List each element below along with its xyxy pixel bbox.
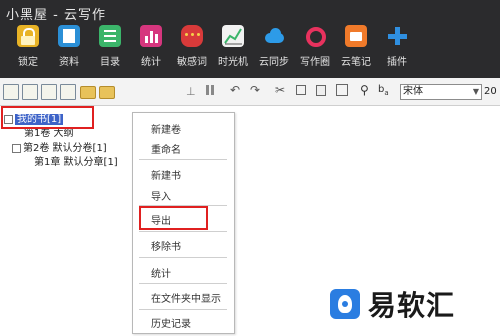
ribbon-plugin-label: 插件: [387, 57, 407, 68]
menu-item-show-in-folder[interactable]: 在文件夹中显示: [151, 290, 221, 305]
menu-separator: [139, 159, 227, 160]
ribbon-contents-button[interactable]: 目录: [90, 25, 130, 68]
ribbon-stats-label: 统计: [141, 57, 161, 68]
ribbon-cloud-sync-button[interactable]: 云同步: [254, 25, 294, 68]
menu-item-history[interactable]: 历史记录: [151, 315, 191, 330]
ribbon-writing-circle-button[interactable]: 写作圈: [295, 25, 335, 68]
menu-item-new-book[interactable]: 新建书: [151, 167, 181, 182]
ribbon-contents-label: 目录: [100, 57, 120, 68]
app-title: 小黑屋 - 云写作: [6, 8, 106, 23]
undo-icon[interactable]: ↶: [230, 83, 240, 97]
format-icon[interactable]: [336, 84, 348, 96]
tree-item-chapter-1-label: 第1章 默认分章[1]: [34, 157, 118, 168]
circle-icon: [304, 25, 326, 47]
copy-file-icon[interactable]: [22, 84, 38, 100]
menu-separator: [139, 257, 227, 258]
menu-separator: [139, 309, 227, 310]
font-family-select[interactable]: 宋体 ▼: [400, 84, 482, 100]
ribbon-time-machine-label: 时光机: [218, 57, 248, 68]
book-tree: 我的书[1] 第1卷 大纲 第2卷 默认分卷[1] 第1章 默认分章[1]: [0, 106, 135, 336]
watermark: 易软汇: [330, 284, 455, 324]
font-family-value: 宋体: [403, 86, 423, 97]
pause-icon[interactable]: [206, 85, 214, 95]
note-icon: [345, 25, 367, 47]
menu-item-remove-book[interactable]: 移除书: [151, 238, 181, 253]
menu-item-new-volume[interactable]: 新建卷: [151, 121, 181, 136]
menu-item-stats[interactable]: 统计: [151, 265, 171, 280]
add-file-icon[interactable]: [41, 84, 57, 100]
ribbon-materials-label: 资料: [59, 57, 79, 68]
ribbon-stats-button[interactable]: 统计: [131, 25, 171, 68]
highlight-box-export: [139, 206, 208, 230]
ribbon-cloud-sync-label: 云同步: [259, 57, 289, 68]
ribbon-cloud-note-label: 云笔记: [341, 57, 371, 68]
new-file-icon[interactable]: [3, 84, 19, 100]
title-bar: 小黑屋 - 云写作 锁定 资料 目录 统计 敏感词 时光机 云同步 写作圈 云笔…: [0, 0, 500, 78]
cloud-sync-icon: [263, 25, 285, 47]
ribbon-sensitive-words-button[interactable]: 敏感词: [172, 25, 212, 68]
plugin-plus-icon: [386, 25, 408, 47]
lock-icon: [17, 25, 39, 47]
redo-icon[interactable]: ↷: [250, 83, 260, 97]
menu-separator: [139, 231, 227, 232]
open-folder-icon[interactable]: [80, 86, 96, 99]
expand-box-icon[interactable]: [12, 143, 21, 153]
ribbon-plugin-button[interactable]: 插件: [377, 25, 417, 68]
replace-icon[interactable]: ba: [378, 84, 389, 97]
ribbon-toolbar: 锁定 资料 目录 统计 敏感词 时光机 云同步 写作圈 云笔记 插件: [8, 25, 418, 68]
book-icon: [58, 25, 80, 47]
font-size-value[interactable]: 20: [484, 86, 497, 97]
export-file-icon[interactable]: [60, 84, 76, 100]
ribbon-lock-button[interactable]: 锁定: [8, 25, 48, 68]
menu-item-import[interactable]: 导入: [151, 188, 171, 203]
highlight-box-book: [1, 106, 94, 129]
tree-item-volume-1-label: 第1卷 大纲: [24, 128, 74, 139]
tree-item-chapter-1[interactable]: 第1章 默认分章[1]: [34, 153, 118, 168]
tree-item-volume-2[interactable]: 第2卷 默认分卷[1]: [12, 139, 107, 154]
watermark-logo-icon: [330, 289, 360, 319]
list-icon: [99, 25, 121, 47]
search-icon[interactable]: ⚲: [360, 83, 369, 97]
ribbon-materials-button[interactable]: 资料: [49, 25, 89, 68]
paste-icon[interactable]: [316, 85, 326, 96]
time-machine-icon: [222, 25, 244, 47]
save-folder-icon[interactable]: [99, 86, 115, 99]
menu-item-rename[interactable]: 重命名: [151, 141, 181, 156]
watermark-text: 易软汇: [368, 289, 456, 322]
stats-icon: [140, 25, 162, 47]
ribbon-writing-circle-label: 写作圈: [300, 57, 330, 68]
chevron-down-icon: ▼: [472, 87, 479, 96]
cut-icon[interactable]: ✂: [275, 83, 285, 97]
ribbon-lock-label: 锁定: [18, 57, 38, 68]
ribbon-cloud-note-button[interactable]: 云笔记: [336, 25, 376, 68]
ribbon-sensitive-words-label: 敏感词: [177, 57, 207, 68]
copy-icon[interactable]: [296, 85, 306, 95]
sensitive-words-icon: [181, 25, 203, 47]
ribbon-time-machine-button[interactable]: 时光机: [213, 25, 253, 68]
menu-separator: [139, 283, 227, 284]
pin-icon[interactable]: ⊥: [186, 85, 196, 98]
